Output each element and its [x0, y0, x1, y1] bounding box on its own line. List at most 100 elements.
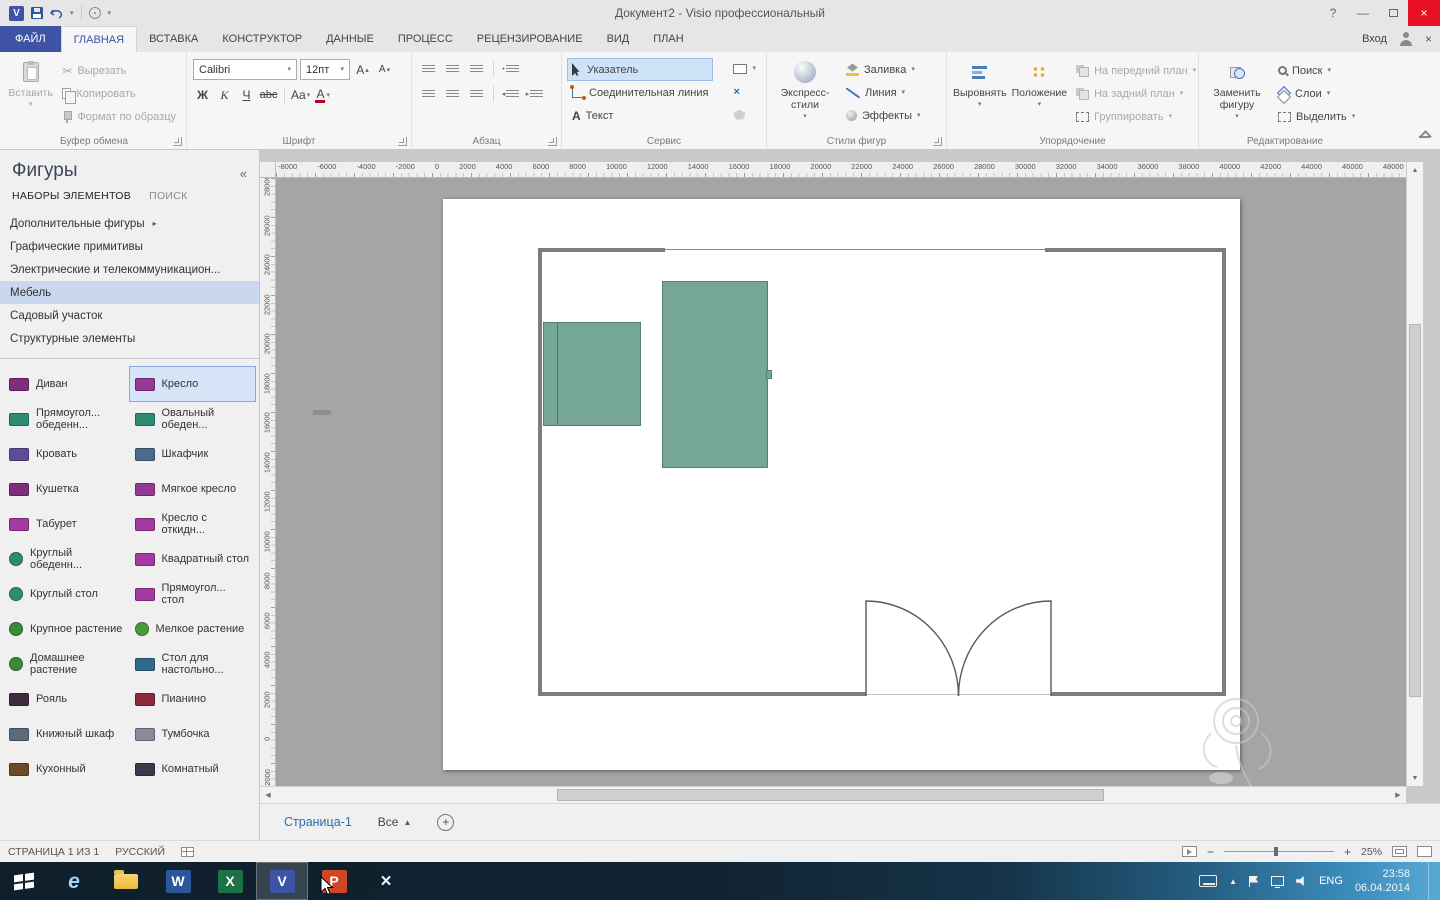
ribbon-tab[interactable]: ВИД: [595, 26, 642, 52]
text-tool-button[interactable]: АТекст: [568, 105, 712, 126]
shape-item[interactable]: Мелкое растение: [130, 612, 256, 646]
vertical-ruler[interactable]: 2800026000240002200020000180001600014000…: [260, 178, 276, 786]
horizontal-scrollbar[interactable]: ◀ ▶: [260, 786, 1406, 803]
cut-button[interactable]: ✂Вырезать: [58, 60, 180, 81]
wall-top-right-segment[interactable]: [1045, 248, 1226, 252]
send-to-back-button[interactable]: На задний план▾: [1072, 83, 1200, 104]
paste-button[interactable]: Вставить ▾: [8, 55, 53, 132]
font-size-select[interactable]: 12пт▾: [300, 59, 350, 80]
align-left-button[interactable]: [418, 84, 439, 104]
wall-top-window[interactable]: [665, 249, 1045, 250]
shape-item[interactable]: Тумбочка: [130, 717, 256, 751]
start-button[interactable]: [0, 862, 48, 900]
vertical-scroll-thumb[interactable]: [1409, 324, 1421, 697]
taskbar-app-button[interactable]: V: [256, 862, 308, 900]
save-button[interactable]: [31, 5, 43, 21]
double-door-shape[interactable]: [443, 199, 1240, 770]
bed-shape[interactable]: [543, 322, 641, 426]
scroll-left-arrow[interactable]: ◀: [260, 787, 276, 803]
shape-item[interactable]: Кресло: [130, 367, 256, 401]
select-button[interactable]: Выделить▾: [1274, 106, 1359, 127]
font-family-select[interactable]: Calibri▾: [193, 59, 297, 80]
stencil-item[interactable]: Мебель: [0, 281, 259, 304]
shapes-panel-tab[interactable]: ПОИСК: [149, 190, 187, 202]
shape-item[interactable]: Рояль: [4, 682, 130, 716]
presentation-mode-icon[interactable]: [1182, 846, 1197, 857]
language-badge[interactable]: ENG: [1319, 875, 1343, 887]
ribbon-tab[interactable]: РЕЦЕНЗИРОВАНИЕ: [465, 26, 595, 52]
increase-indent-button[interactable]: ▸: [524, 84, 545, 104]
copy-button[interactable]: Копировать: [58, 83, 180, 104]
scroll-right-arrow[interactable]: ▶: [1390, 787, 1406, 803]
drawing-viewport[interactable]: [276, 178, 1406, 786]
shape-item[interactable]: Кресло с откидн...: [130, 507, 256, 541]
shape-item[interactable]: Домашнее растение: [4, 647, 130, 681]
customize-qat-button[interactable]: ▾: [108, 10, 112, 17]
taskbar-file-explorer[interactable]: [100, 862, 152, 900]
decrease-indent-button[interactable]: ◂: [500, 84, 521, 104]
zoom-slider-thumb[interactable]: [1274, 847, 1278, 856]
help-button[interactable]: ?: [1318, 0, 1348, 26]
shapes-panel-tab[interactable]: НАБОРЫ ЭЛЕМЕНТОВ: [12, 190, 131, 202]
stencil-item[interactable]: Дополнительные фигуры▸: [0, 212, 259, 235]
underline-button[interactable]: Ч: [237, 85, 256, 105]
wardrobe-shape[interactable]: [662, 281, 768, 468]
ribbon-tab[interactable]: ПРОЦЕСС: [386, 26, 465, 52]
maximize-button[interactable]: [1378, 0, 1408, 26]
freeform-tool-button[interactable]: [729, 104, 760, 125]
stencil-item[interactable]: Графические примитивы: [0, 235, 259, 258]
shape-item[interactable]: Шкафчик: [130, 437, 256, 471]
close-window-button[interactable]: ×: [1425, 32, 1432, 46]
network-icon[interactable]: [1271, 876, 1284, 886]
wall-left[interactable]: [538, 248, 542, 696]
add-page-button[interactable]: +: [437, 814, 454, 831]
macro-record-icon[interactable]: [181, 847, 194, 857]
shape-item[interactable]: Комнатный: [130, 752, 256, 786]
align-bottom-button[interactable]: [466, 59, 487, 79]
close-button[interactable]: ×: [1408, 0, 1440, 26]
zoom-in-button[interactable]: +: [1344, 845, 1351, 859]
italic-button[interactable]: К: [215, 85, 234, 105]
align-top-button[interactable]: [418, 59, 439, 79]
volume-icon[interactable]: [1296, 876, 1307, 886]
undo-button[interactable]: [50, 5, 63, 21]
strikethrough-button[interactable]: abc: [259, 85, 278, 105]
connection-point-tool-button[interactable]: ×: [729, 81, 760, 102]
align-right-button[interactable]: [466, 84, 487, 104]
shape-item[interactable]: Круглый стол: [4, 577, 130, 611]
grow-font-button[interactable]: А▴: [353, 60, 372, 80]
shape-item[interactable]: Мягкое кресло: [130, 472, 256, 506]
shape-item[interactable]: Книжный шкаф: [4, 717, 130, 751]
page-indicator[interactable]: СТРАНИЦА 1 ИЗ 1: [8, 846, 99, 858]
align-middle-button[interactable]: [442, 59, 463, 79]
position-button[interactable]: Положение▾: [1012, 55, 1068, 132]
rectangle-tool-button[interactable]: ▾: [729, 58, 760, 79]
shape-item[interactable]: Крупное растение: [4, 612, 130, 646]
wall-bottom-left-segment[interactable]: [538, 692, 866, 696]
zoom-level[interactable]: 25%: [1361, 846, 1382, 858]
quick-styles-button[interactable]: Экспресс-стили ▾: [773, 55, 837, 132]
ribbon-tab[interactable]: ВСТАВКА: [137, 26, 210, 52]
action-center-icon[interactable]: [1249, 876, 1259, 887]
ribbon-tab[interactable]: ГЛАВНАЯ: [61, 26, 137, 52]
ribbon-tab[interactable]: ФАЙЛ: [0, 26, 61, 52]
shape-item[interactable]: Пианино: [130, 682, 256, 716]
taskbar-app-button[interactable]: X: [204, 862, 256, 900]
touch-keyboard-icon[interactable]: [1199, 875, 1217, 887]
shape-item[interactable]: Кухонный: [4, 752, 130, 786]
pointer-tool-button[interactable]: Указатель: [568, 59, 712, 80]
horizontal-ruler[interactable]: -8000-6000-4000-200002000400060008000100…: [276, 162, 1406, 178]
ribbon-tab[interactable]: ПЛАН: [641, 26, 695, 52]
undo-dropdown[interactable]: ▾: [70, 10, 74, 17]
wall-top-left-segment[interactable]: [538, 248, 665, 252]
shape-item[interactable]: Табурет: [4, 507, 130, 541]
line-button[interactable]: Линия▾: [842, 82, 925, 103]
shape-item[interactable]: Квадратный стол: [130, 542, 256, 576]
font-color-button[interactable]: А▾: [313, 85, 332, 105]
guide-marker[interactable]: [313, 410, 331, 415]
change-shape-button[interactable]: Заменить фигуру▾: [1205, 55, 1269, 132]
change-case-button[interactable]: Aa▾: [291, 85, 310, 105]
shape-item[interactable]: Кровать: [4, 437, 130, 471]
shape-item[interactable]: Прямоугол... стол: [130, 577, 256, 611]
align-shapes-button[interactable]: Выровнять▾: [953, 55, 1007, 132]
